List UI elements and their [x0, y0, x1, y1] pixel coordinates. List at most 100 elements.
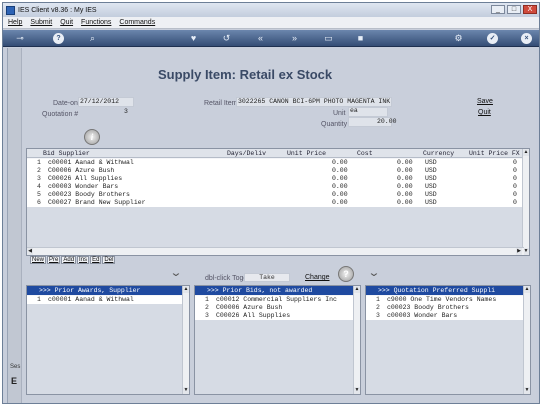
change-link[interactable]: Change	[305, 274, 330, 281]
ins-button[interactable]: Ins	[77, 256, 90, 264]
minimize-button[interactable]: _	[491, 5, 505, 14]
scroll-right-icon[interactable]: ▶	[516, 248, 522, 255]
row-fx: 0	[513, 183, 517, 190]
row-unit-price: 0.00	[332, 167, 348, 174]
menu-submit[interactable]: Submit	[30, 19, 52, 26]
pre-button[interactable]: Pre	[47, 256, 61, 264]
scroll-up-icon[interactable]: ▲	[524, 286, 530, 293]
chevron-down-icon[interactable]: ⌄	[165, 267, 187, 279]
save-link[interactable]: Save	[477, 98, 493, 105]
maximize-button[interactable]: □	[507, 5, 521, 14]
chevron-down-icon[interactable]: ⌄	[363, 267, 385, 279]
prior-bids-scrollbar[interactable]: ▲ ▼	[353, 286, 360, 394]
col-unit-price[interactable]: Unit Price	[287, 150, 326, 157]
scroll-left-icon[interactable]: ◀	[27, 248, 33, 255]
bid-grid-hscroll[interactable]: ◀ ▶	[27, 247, 524, 255]
scroll-up-icon[interactable]: ▲	[183, 286, 189, 293]
row-number: 2	[37, 167, 41, 174]
row-cost: 0.00	[397, 183, 413, 190]
col-bid-supplier[interactable]: Bid Supplier	[43, 150, 90, 157]
row-cost: 0.00	[397, 167, 413, 174]
preferred-title: >>> Quotation Preferred Suppli	[378, 287, 496, 294]
col-currency[interactable]: Currency	[423, 150, 454, 157]
row-currency: USD	[425, 183, 437, 190]
window-icon[interactable]: ▭	[323, 33, 334, 44]
row-number: 5	[37, 191, 41, 198]
bid-grid-header: Bid Supplier Days/Deliv Unit Price Cost …	[27, 149, 529, 158]
row-number: 3	[205, 312, 209, 319]
table-row[interactable]: 5 c00023 Boody Brothers 0.00 0.00 USD 0	[27, 191, 529, 199]
toolbar: ⊸ ? ⌕ ♥ ↺ « » ▭ ■ ⚙ ✓ ×	[3, 30, 539, 47]
row-number: 4	[37, 183, 41, 190]
help-circle-icon[interactable]: ?	[338, 266, 354, 282]
col-cost[interactable]: Cost	[357, 150, 373, 157]
bid-supplier-grid: Bid Supplier Days/Deliv Unit Price Cost …	[26, 148, 530, 256]
left-strip: Ses E	[8, 48, 22, 403]
table-row[interactable]: 4 c00003 Wonder Bars 0.00 0.00 USD 0	[27, 183, 529, 191]
scroll-up-icon[interactable]: ▲	[354, 286, 360, 293]
table-row[interactable]: 2 C00006 Azure Bush 0.00 0.00 USD 0	[27, 167, 529, 175]
bid-grid-scrollbar[interactable]: ▲ ▼	[522, 149, 529, 255]
grid-empty-area	[27, 207, 529, 247]
app-icon	[6, 5, 15, 15]
prior-awards-grid: >>> Prior Awards, Supplier 1 c00001 Aana…	[26, 285, 190, 395]
preferred-header: >>> Quotation Preferred Suppli	[366, 286, 530, 295]
row-unit-price: 0.00	[332, 175, 348, 182]
row-currency: USD	[425, 159, 437, 166]
ed-button[interactable]: Ed	[90, 256, 102, 264]
row-cost: 0.00	[397, 191, 413, 198]
quantity-value: 20.00	[377, 118, 397, 125]
info-icon[interactable]: i	[84, 129, 100, 145]
list-item[interactable]: 2 C00006 Azure Bush	[195, 304, 360, 312]
heart-icon[interactable]: ♥	[188, 33, 199, 44]
search-icon[interactable]: ⌕	[87, 33, 98, 44]
take-field[interactable]: Take	[244, 273, 290, 282]
quit-link[interactable]: Quit	[478, 109, 491, 116]
col-unit-price-fx[interactable]: Unit Price FX	[469, 150, 520, 157]
row-fx: 0	[513, 159, 517, 166]
scroll-up-icon[interactable]: ▲	[523, 149, 529, 156]
rewind-icon[interactable]: «	[255, 33, 266, 44]
table-row[interactable]: 3 C00026 All Supplies 0.00 0.00 USD 0	[27, 175, 529, 183]
retail-item-label: Retail Item	[204, 100, 238, 107]
row-cost: 0.00	[397, 175, 413, 182]
prior-awards-scrollbar[interactable]: ▲ ▼	[182, 286, 189, 394]
add-button[interactable]: Add	[61, 256, 77, 264]
menu-quit[interactable]: Quit	[60, 19, 73, 26]
scroll-down-icon[interactable]: ▼	[354, 387, 360, 394]
del-button[interactable]: Del	[102, 256, 116, 264]
session-mark: E	[11, 376, 18, 386]
new-button[interactable]: New	[30, 256, 47, 264]
help-icon[interactable]: ?	[53, 33, 64, 44]
row-unit-price: 0.00	[332, 191, 348, 198]
menu-help[interactable]: Help	[8, 19, 22, 26]
stop-icon[interactable]: ■	[355, 33, 366, 44]
preferred-scrollbar[interactable]: ▲ ▼	[523, 286, 530, 394]
scroll-down-icon[interactable]: ▼	[183, 387, 189, 394]
table-row[interactable]: 1 c00001 Aanad & Withwal 0.00 0.00 USD 0	[27, 159, 529, 167]
unit-value: ea	[350, 107, 358, 114]
list-item[interactable]: 3 C00026 All Supplies	[195, 312, 360, 320]
list-item[interactable]: 1 c00012 Commercial Suppliers Inc	[195, 296, 360, 304]
menu-functions[interactable]: Functions	[81, 19, 111, 26]
ok-icon[interactable]: ✓	[487, 33, 498, 44]
row-supplier: C00027 Brand New Supplier	[48, 199, 146, 206]
list-item[interactable]: 2 c00023 Boody Brothers	[366, 304, 530, 312]
row-text: c9000 One Time Vendors Names	[387, 296, 497, 303]
close-window-button[interactable]: X	[523, 5, 537, 14]
forward-icon[interactable]: »	[289, 33, 300, 44]
refresh-icon[interactable]: ↺	[221, 33, 232, 44]
row-fx: 0	[513, 167, 517, 174]
menu-bar: Help Submit Quit Functions Commands	[3, 17, 539, 29]
list-item[interactable]: 3 c00003 Wonder Bars	[366, 312, 530, 320]
close-icon[interactable]: ×	[521, 33, 532, 44]
scroll-down-icon[interactable]: ▼	[524, 387, 530, 394]
quantity-label: Quantity	[321, 121, 348, 128]
settings-icon[interactable]: ⚙	[453, 33, 464, 44]
table-row[interactable]: 6 C00027 Brand New Supplier 0.00 0.00 US…	[27, 199, 529, 207]
key-icon[interactable]: ⊸	[11, 33, 29, 44]
list-item[interactable]: 1 c00001 Aanad & Withwal	[27, 296, 189, 304]
list-item[interactable]: 1 c9000 One Time Vendors Names	[366, 296, 530, 304]
col-days-deliv[interactable]: Days/Deliv	[227, 150, 266, 157]
menu-commands[interactable]: Commands	[119, 19, 155, 26]
